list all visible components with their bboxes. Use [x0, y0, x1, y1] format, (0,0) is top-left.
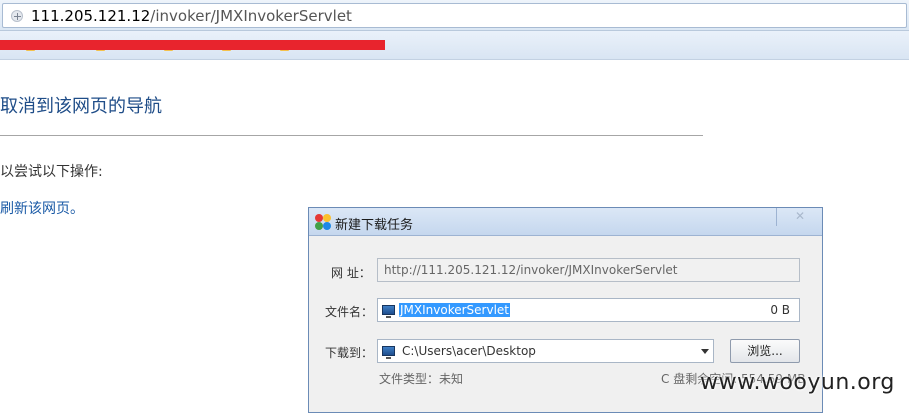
- file-type: 文件类型：未知: [379, 372, 464, 386]
- hint-text: 以尝试以下操作:: [0, 164, 103, 180]
- url-label: 网 址：: [331, 266, 371, 280]
- file-icon: [382, 305, 395, 318]
- dialog-titlebar[interactable]: 新建下载任务 ✕: [309, 208, 822, 236]
- saveto-label: 下载到：: [325, 346, 374, 360]
- saveto-select[interactable]: C:\Users\acer\Desktop: [377, 339, 714, 363]
- divider: [0, 135, 703, 136]
- refresh-link[interactable]: 刷新该网页。: [0, 198, 84, 218]
- download-url-field: http://111.205.121.12/invoker/JMXInvoker…: [377, 258, 800, 282]
- page-icon: [11, 10, 23, 22]
- close-button[interactable]: ✕: [776, 208, 820, 226]
- url-input[interactable]: 111.205.121.12/invoker/JMXInvokerServlet: [2, 3, 907, 28]
- page-title: 取消到该网页的导航: [0, 96, 162, 117]
- browse-button[interactable]: 浏览...: [730, 339, 800, 363]
- url-path: /invoker/JMXInvokerServlet: [150, 7, 352, 25]
- download-url-value: http://111.205.121.12/invoker/JMXInvoker…: [384, 263, 678, 277]
- filename-label: 文件名：: [325, 305, 374, 319]
- folder-icon: [382, 346, 395, 359]
- url-host: 111.205.121.12: [31, 7, 151, 25]
- filename-value: JMXInvokerServlet: [399, 303, 510, 317]
- app-logo-icon: [315, 214, 331, 230]
- redaction-bar: [0, 40, 385, 50]
- address-bar: 111.205.121.12/invoker/JMXInvokerServlet: [0, 0, 909, 31]
- url-text[interactable]: 111.205.121.12/invoker/JMXInvokerServlet: [31, 7, 352, 25]
- filename-input[interactable]: JMXInvokerServlet 0 B: [377, 298, 800, 322]
- chevron-down-icon[interactable]: [701, 349, 709, 354]
- watermark: www.wooyun.org: [700, 370, 895, 395]
- saveto-value: C:\Users\acer\Desktop: [402, 344, 536, 358]
- dialog-title: 新建下载任务: [335, 218, 414, 233]
- close-icon: ✕: [795, 209, 806, 223]
- file-size: 0 B: [770, 303, 790, 317]
